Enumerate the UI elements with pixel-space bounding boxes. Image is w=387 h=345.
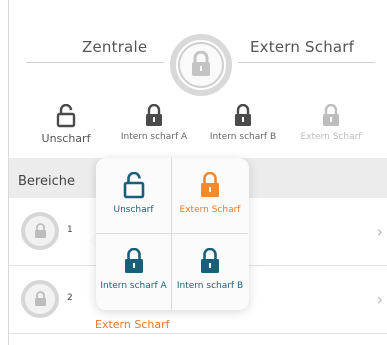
lock-icon — [235, 104, 251, 126]
unlocked-icon — [123, 172, 144, 199]
mode-intern-b[interactable]: Intern scharf B — [203, 104, 283, 142]
lock-icon — [201, 172, 219, 197]
area-status-ring — [21, 280, 59, 318]
popup-option-intern-b[interactable]: Intern scharf B — [172, 234, 248, 310]
lock-icon — [35, 223, 46, 238]
mode-extern[interactable]: Extern Scharf — [291, 104, 371, 142]
lock-icon — [35, 291, 46, 306]
lock-icon — [124, 248, 143, 273]
lock-icon — [192, 51, 210, 76]
popup-option-unscharf[interactable]: Unscharf — [96, 158, 172, 234]
area-number: 1 — [67, 225, 73, 235]
area-number: 2 — [67, 293, 73, 303]
lock-icon — [146, 104, 162, 126]
areas-title: Bereiche — [18, 174, 75, 189]
mode-label: Unscharf — [41, 132, 91, 145]
area-state: Extern Scharf — [95, 318, 170, 331]
option-label: Intern scharf B — [176, 281, 244, 291]
option-label: Intern scharf A — [100, 281, 167, 291]
unlocked-icon — [56, 104, 76, 128]
chevron-right-icon: › — [376, 222, 383, 241]
popup-option-intern-a[interactable]: Intern scharf A — [96, 234, 172, 310]
central-unit-label: Zentrale — [82, 38, 148, 56]
chevron-right-icon: › — [376, 290, 383, 309]
area-status-ring — [21, 212, 59, 250]
system-state-label: Extern Scharf — [250, 38, 355, 56]
mode-popup: Unscharf Extern Scharf Intern scharf A I… — [96, 158, 249, 310]
mode-intern-a[interactable]: Intern scharf A — [114, 104, 194, 142]
central-status-button[interactable] — [164, 28, 238, 102]
lock-icon — [201, 248, 219, 273]
mode-unscharf[interactable]: Unscharf — [26, 104, 106, 145]
popup-option-extern[interactable]: Extern Scharf — [172, 158, 248, 234]
lock-icon — [323, 104, 339, 126]
mode-label: Extern Scharf — [300, 132, 362, 142]
option-label: Extern Scharf — [179, 205, 241, 215]
mode-label: Intern scharf B — [209, 132, 277, 142]
option-label: Unscharf — [113, 205, 154, 215]
mode-label: Intern scharf A — [120, 132, 188, 142]
